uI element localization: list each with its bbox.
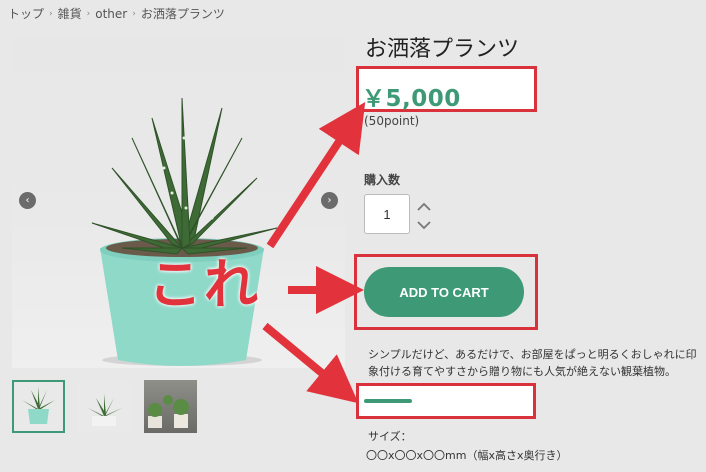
thumbnail-3[interactable] [144, 380, 197, 433]
product-image-plant [91, 98, 278, 366]
breadcrumb: トップ › 雑貨 › other › お洒落プランツ [8, 5, 225, 22]
product-points: (50point) [364, 114, 420, 128]
breadcrumb-item-top[interactable]: トップ [8, 5, 44, 22]
thumbnail-1[interactable] [12, 380, 65, 433]
size-label: サイズ： [368, 430, 412, 443]
add-to-cart-button[interactable]: ADD TO CART [364, 267, 524, 317]
size-value: 〇〇x〇〇x〇〇mm（幅x高さx奥行き） [366, 449, 568, 462]
annotation-overlay-text: これ [148, 253, 260, 316]
breadcrumb-separator-icon: › [86, 8, 91, 19]
thumbnail-plant-image [88, 394, 122, 426]
product-title: お洒落プランツ [365, 37, 520, 62]
breadcrumb-item-zakka[interactable]: 雑貨 [58, 5, 82, 22]
breadcrumb-item-other[interactable]: other [95, 7, 127, 21]
product-description: シンプルだけど、あるだけで、お部屋をぱっと明るくおしゃれに印象付ける育てやすさか… [368, 348, 697, 378]
thumbnail-plant-image [22, 387, 55, 424]
quantity-input[interactable] [364, 194, 410, 234]
breadcrumb-separator-icon: › [49, 8, 53, 19]
thumbnail-plant-image [148, 395, 189, 428]
quantity-label: 購入数 [364, 173, 401, 187]
breadcrumb-item-current: お洒落プランツ [140, 7, 225, 21]
gallery-prev-icon[interactable]: ‹ [19, 192, 36, 209]
breadcrumb-separator-icon: › [132, 8, 136, 19]
quantity-up-icon[interactable] [416, 200, 432, 214]
thumbnail-2[interactable] [78, 380, 131, 433]
accent-divider [364, 399, 412, 403]
gallery-next-icon[interactable]: › [321, 192, 338, 209]
product-price: ￥5,000 [362, 86, 461, 112]
quantity-down-icon[interactable] [416, 218, 432, 232]
thumbnail-list [12, 380, 197, 433]
